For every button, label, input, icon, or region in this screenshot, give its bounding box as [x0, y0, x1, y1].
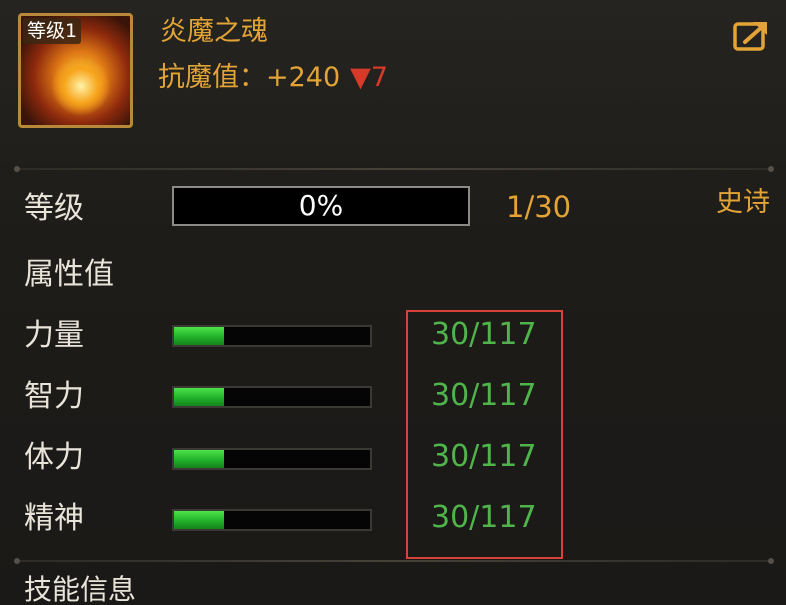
stat-values-highlight-box: [406, 310, 563, 559]
stat-bar-fill: [174, 388, 225, 406]
level-progress-text: 0%: [298, 189, 344, 222]
header-divider: [14, 166, 774, 172]
stat-bar-spirit: [172, 509, 372, 531]
skills-divider: [14, 558, 774, 564]
item-name: 炎魔之魂: [160, 16, 268, 47]
level-label: 等级: [24, 191, 84, 226]
rarity-label: 史诗: [716, 187, 770, 218]
stat-bar-fill: [174, 511, 225, 529]
attributes-heading: 属性值: [24, 257, 114, 292]
skills-heading: 技能信息: [24, 573, 137, 605]
export-arrow-icon[interactable]: [733, 18, 771, 52]
stat-bar-vitality: [172, 448, 372, 470]
item-portrait[interactable]: 等级1: [18, 13, 133, 128]
stat-bar-fill: [174, 450, 225, 468]
level-badge: 等级1: [23, 18, 82, 44]
level-progress-bar: 0%: [172, 186, 470, 226]
resist-change: ▼7: [350, 62, 389, 93]
stat-label-spirit: 精神: [24, 501, 84, 536]
stat-label-vitality: 体力: [24, 440, 84, 475]
stat-label-strength: 力量: [24, 318, 84, 353]
resist-label: 抗魔值：: [158, 62, 266, 93]
stat-bar-intellect: [172, 386, 372, 408]
flame-demon-artwork: [51, 56, 111, 116]
level-count: 1/30: [506, 190, 572, 224]
resist-stat: 抗魔值：+240 ▼7: [158, 58, 388, 98]
item-detail-panel: 等级1 炎魔之魂 抗魔值：+240 ▼7 等级 0% 1/30 史诗 属性值 力量…: [0, 0, 786, 605]
stat-bar-fill: [174, 327, 225, 345]
stat-bar-strength: [172, 325, 372, 347]
stat-label-intellect: 智力: [24, 379, 84, 414]
resist-value: +240: [266, 62, 341, 93]
